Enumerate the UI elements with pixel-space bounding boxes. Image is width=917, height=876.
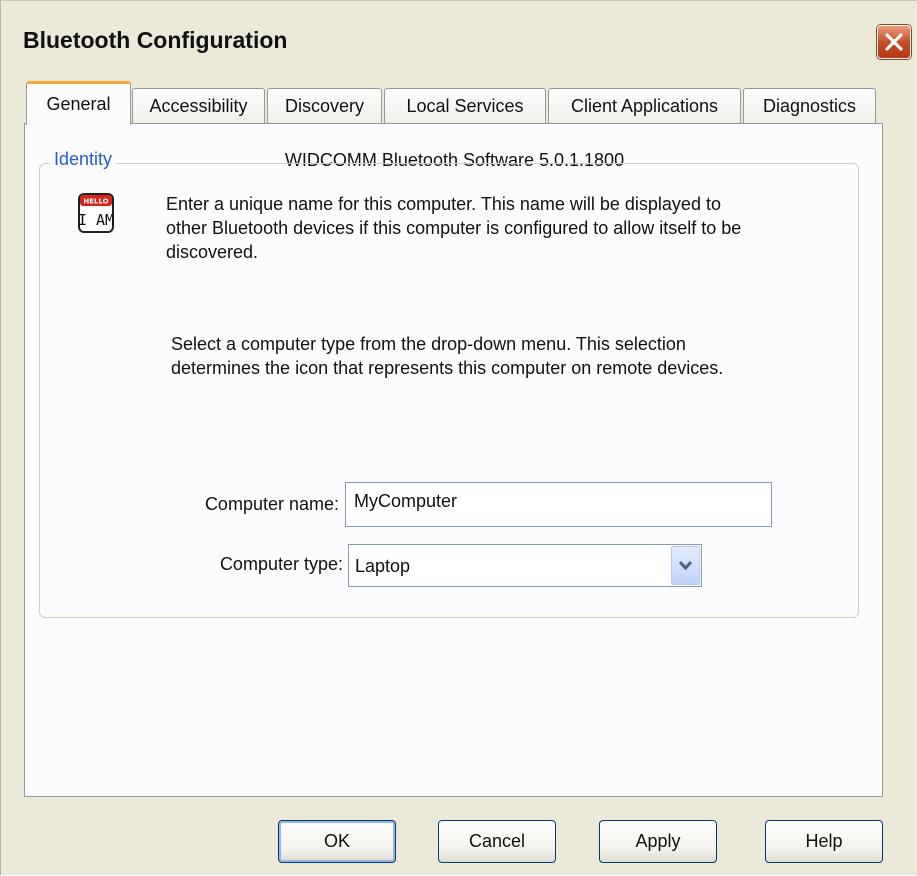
tab-general[interactable]: General <box>26 81 131 125</box>
ok-button[interactable]: OK <box>278 820 396 863</box>
computer-type-value: Laptop <box>355 556 411 576</box>
help-button[interactable]: Help <box>765 820 883 863</box>
tab-discovery[interactable]: Discovery <box>267 88 382 124</box>
close-button[interactable] <box>877 25 911 59</box>
tab-local-services[interactable]: Local Services <box>384 88 546 124</box>
cancel-button[interactable]: Cancel <box>438 820 556 863</box>
computer-type-dropdown-button[interactable] <box>671 546 700 585</box>
chevron-down-icon <box>678 560 693 571</box>
identity-group-legend: Identity <box>50 149 117 170</box>
computer-name-input[interactable]: MyComputer <box>345 482 772 527</box>
computer-type-select[interactable]: Laptop <box>348 544 702 587</box>
title-bar[interactable]: Bluetooth Configuration <box>1 1 917 81</box>
apply-button[interactable]: Apply <box>599 820 717 863</box>
close-icon <box>885 33 903 51</box>
tab-accessibility[interactable]: Accessibility <box>132 88 265 124</box>
tab-diagnostics[interactable]: Diagnostics <box>743 88 876 124</box>
tab-client-applications[interactable]: Client Applications <box>548 88 741 124</box>
window-title: Bluetooth Configuration <box>23 27 288 53</box>
bluetooth-configuration-dialog: Bluetooth Configuration General Accessib… <box>0 0 917 875</box>
